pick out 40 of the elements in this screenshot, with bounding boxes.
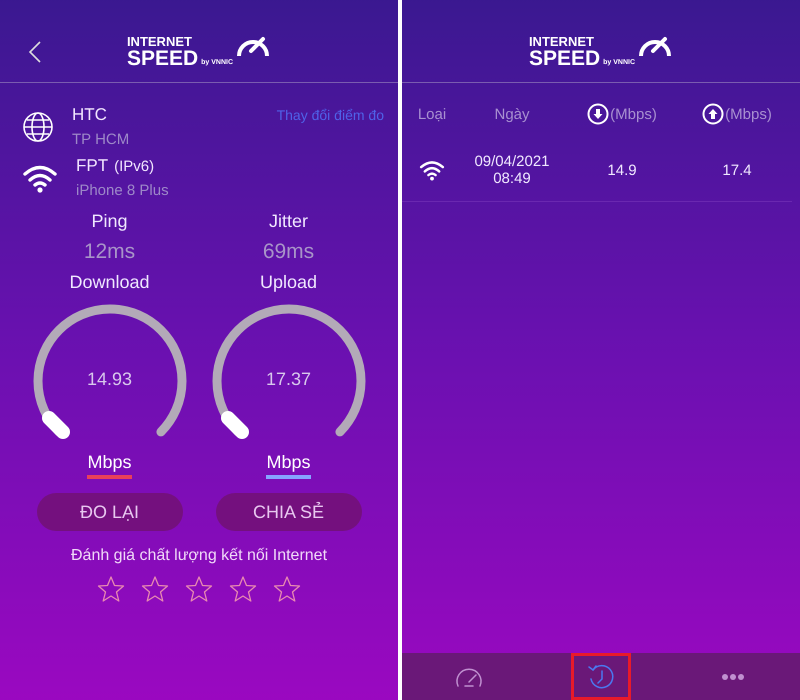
star-icon[interactable] xyxy=(229,575,257,603)
provider-name: FPT xyxy=(76,156,108,176)
back-icon[interactable] xyxy=(28,40,42,64)
more-icon xyxy=(721,672,745,680)
history-tab[interactable] xyxy=(571,653,631,700)
gauge-value: 14.93 xyxy=(86,369,134,390)
column-header: (Mbps) xyxy=(610,106,657,122)
stat-label: Ping xyxy=(91,211,128,232)
time-cell: 08:49 xyxy=(493,170,531,187)
star-icon[interactable] xyxy=(141,575,169,603)
stat-value: 12ms xyxy=(84,240,136,264)
action-button[interactable]: CHIA SẺ xyxy=(216,493,362,531)
logo-text: INTERNET xyxy=(126,35,193,48)
unit-label: Mbps xyxy=(87,452,132,479)
upload-cell: 17.4 xyxy=(722,162,752,178)
server-location: TP HCM xyxy=(72,131,130,148)
rating-prompt: Đánh giá chất lượng kết nối Internet xyxy=(70,547,328,565)
date-cell: 09/04/2021 xyxy=(474,153,550,170)
action-button[interactable]: ĐO LẠI xyxy=(36,493,182,531)
column-header: Ngày xyxy=(494,106,530,122)
globe-icon xyxy=(22,110,54,142)
stat-value: 69ms xyxy=(262,240,314,264)
gauge-label: Upload xyxy=(260,272,318,293)
column-header: Loại xyxy=(418,106,446,122)
gauge-value: 17.37 xyxy=(264,369,312,390)
star-icon[interactable] xyxy=(185,575,213,603)
logo-text: SPEED xyxy=(528,48,600,69)
protocol-label: (IPv6) xyxy=(114,158,154,175)
star-icon[interactable] xyxy=(273,575,301,603)
column-header: (Mbps) xyxy=(725,106,772,122)
device-name: iPhone 8 Plus xyxy=(76,182,169,199)
server-name: HTC xyxy=(72,105,108,125)
logo-text: INTERNET xyxy=(528,35,595,48)
gauge-label: Download xyxy=(69,272,150,293)
download-cell: 14.9 xyxy=(607,162,637,178)
star-icon[interactable] xyxy=(97,575,125,603)
logo-text: SPEED xyxy=(126,48,198,69)
wifi-icon xyxy=(419,159,445,181)
stat-label: Jitter xyxy=(268,211,308,232)
unit-label: Mbps xyxy=(266,452,310,479)
